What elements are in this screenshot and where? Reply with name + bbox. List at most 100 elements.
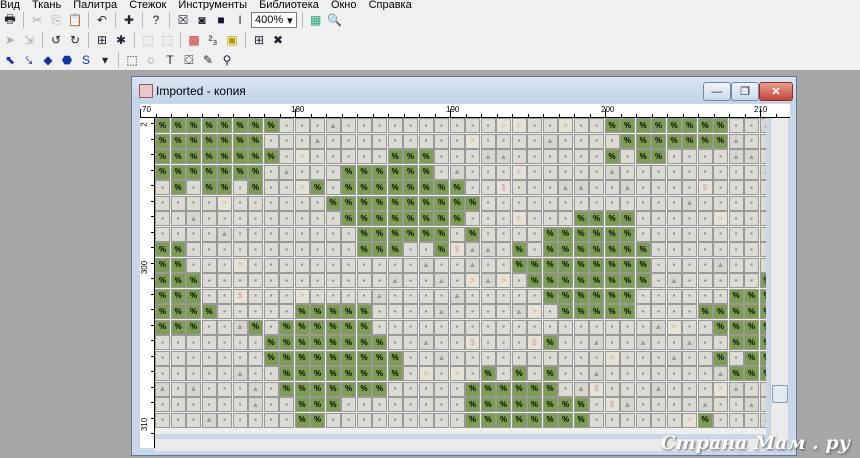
- stitch-cell[interactable]: ▪: [558, 366, 573, 381]
- stitch-cell[interactable]: ▪: [589, 149, 604, 164]
- stitch-cell[interactable]: %: [217, 164, 232, 180]
- stitch-cell[interactable]: ▪: [372, 257, 387, 273]
- stitch-cell[interactable]: ▪: [201, 242, 217, 257]
- menu-fabric[interactable]: Ткань: [32, 0, 61, 11]
- stitch-cell[interactable]: ▪: [248, 304, 263, 319]
- stitch-cell[interactable]: ▪: [341, 226, 356, 242]
- stitch-cell[interactable]: %: [620, 118, 635, 133]
- stitch-cell[interactable]: %: [465, 195, 480, 211]
- stitch-cell[interactable]: ▪: [635, 226, 651, 242]
- stitch-cell[interactable]: ▪: [744, 195, 759, 211]
- stitch-cell[interactable]: %: [279, 319, 294, 335]
- stitch-cell[interactable]: %: [170, 304, 186, 319]
- stitch-cell[interactable]: ▪: [186, 335, 201, 350]
- stitch-cell[interactable]: ▪: [418, 288, 434, 304]
- stitch-cell[interactable]: ▪: [449, 335, 465, 350]
- stitch-cell[interactable]: ▪: [403, 273, 418, 288]
- stitch-grid[interactable]: %%%%%%%%▪▪▪▲▪▪▪▪▪▪▪▪▪▪>>▪▪>▪▪%%%%%%%%▪▪▲…: [155, 118, 766, 434]
- stitch-cell[interactable]: ▪: [325, 149, 341, 164]
- stitch-cell[interactable]: ▪: [666, 211, 682, 226]
- stitch-cell[interactable]: %: [744, 319, 759, 335]
- stitch-cell[interactable]: ▪: [201, 195, 217, 211]
- stitch-cell[interactable]: ▪: [480, 304, 496, 319]
- stitch-cell[interactable]: ▪: [217, 211, 232, 226]
- stitch-cell[interactable]: ▪: [325, 180, 341, 195]
- menu-window[interactable]: Окно: [331, 0, 357, 11]
- stitch-cell[interactable]: ▪: [635, 195, 651, 211]
- stitch-cell[interactable]: ▪: [263, 273, 279, 288]
- stitch-cell[interactable]: ▪: [651, 273, 666, 288]
- stitch-cell[interactable]: ▪: [341, 118, 356, 133]
- stitch-cell[interactable]: ▪: [542, 118, 558, 133]
- stitch-cell[interactable]: ▪: [294, 118, 310, 133]
- stitch-cell[interactable]: %: [201, 133, 217, 149]
- stitch-cell[interactable]: ▪: [403, 257, 418, 273]
- stitch-cell[interactable]: ▪: [263, 366, 279, 381]
- stitch-cell[interactable]: ▪: [496, 257, 511, 273]
- stitch-cell[interactable]: %: [356, 180, 372, 195]
- stitch-cell[interactable]: %: [325, 381, 341, 397]
- stitch-cell[interactable]: %: [604, 118, 620, 133]
- stitch-cell[interactable]: ▪: [279, 226, 294, 242]
- stitch-cell[interactable]: %: [155, 164, 170, 180]
- stitch-cell[interactable]: %: [310, 335, 325, 350]
- stitch-cell[interactable]: %: [186, 133, 201, 149]
- stitch-cell[interactable]: ▪: [403, 133, 418, 149]
- stitch-cell[interactable]: ▪: [542, 164, 558, 180]
- stitch-cell[interactable]: >: [682, 412, 697, 428]
- stitch-cell[interactable]: ▪: [325, 133, 341, 149]
- stitch-cell[interactable]: ▲: [232, 319, 248, 335]
- stitch-cell[interactable]: %: [341, 304, 356, 319]
- stitch-cell[interactable]: ▪: [527, 242, 542, 257]
- stitch-cell[interactable]: ▲: [418, 335, 434, 350]
- stitch-cell[interactable]: %: [604, 288, 620, 304]
- stitch-cell[interactable]: ▪: [341, 288, 356, 304]
- stitch-cell[interactable]: ▪: [573, 335, 589, 350]
- stitch-cell[interactable]: >: [465, 133, 480, 149]
- stitch-cell[interactable]: ▪: [589, 412, 604, 428]
- stitch-cell[interactable]: ▪: [403, 319, 418, 335]
- stitch-cell[interactable]: ▪: [325, 164, 341, 180]
- stitch-cell[interactable]: %: [713, 350, 728, 366]
- stitch-cell[interactable]: %: [294, 335, 310, 350]
- stitch-cell[interactable]: %: [186, 319, 201, 335]
- stitch-cell[interactable]: ▪: [356, 133, 372, 149]
- stitch-cell[interactable]: %: [263, 350, 279, 366]
- stitch-cell[interactable]: ▪: [728, 397, 744, 412]
- stitch-cell[interactable]: %: [403, 180, 418, 195]
- new-stitch-icon[interactable]: ✚: [121, 12, 137, 28]
- stitch-cell[interactable]: ▲: [713, 257, 728, 273]
- stitch-cell[interactable]: ▪: [356, 288, 372, 304]
- stitch-cell[interactable]: ▪: [759, 180, 766, 195]
- stitch-cell[interactable]: ▪: [666, 366, 682, 381]
- stitch-cell[interactable]: ▲: [480, 273, 496, 288]
- stitch-cell[interactable]: ▪: [434, 149, 449, 164]
- stitch-cell[interactable]: ▪: [341, 257, 356, 273]
- stitch-cell[interactable]: >: [713, 211, 728, 226]
- stitch-cell[interactable]: %: [387, 350, 403, 366]
- stitch-cell[interactable]: ▪: [558, 195, 573, 211]
- stitch-cell[interactable]: ▪: [573, 350, 589, 366]
- stitch-cell[interactable]: ▪: [294, 257, 310, 273]
- stitch-cell[interactable]: ▪: [666, 288, 682, 304]
- stitch-cell[interactable]: ▪: [356, 397, 372, 412]
- stitch-cell[interactable]: ▲: [279, 164, 294, 180]
- stitch-cell[interactable]: ▲: [744, 397, 759, 412]
- stitch-cell[interactable]: ▪: [418, 350, 434, 366]
- stitch-cell[interactable]: ▪: [511, 273, 527, 288]
- stitch-cell[interactable]: ▪: [449, 304, 465, 319]
- stitch-cell[interactable]: ▪: [372, 412, 387, 428]
- stitch-cell[interactable]: ▪: [217, 319, 232, 335]
- stitch-cell[interactable]: ▪: [744, 164, 759, 180]
- stitch-cell[interactable]: ▪: [744, 133, 759, 149]
- stitch-cell[interactable]: %: [589, 226, 604, 242]
- stitch-cell[interactable]: ▪: [186, 412, 201, 428]
- stitch-cell[interactable]: %: [666, 118, 682, 133]
- stitch-cell[interactable]: %: [434, 211, 449, 226]
- stitch-cell[interactable]: ▪: [403, 242, 418, 257]
- stitch-cell[interactable]: ▪: [201, 350, 217, 366]
- stitch-cell[interactable]: ▪: [263, 304, 279, 319]
- stitch-cell[interactable]: $: [697, 180, 713, 195]
- stitch-cell[interactable]: ▲: [465, 242, 480, 257]
- stitch-cell[interactable]: ▪: [558, 211, 573, 226]
